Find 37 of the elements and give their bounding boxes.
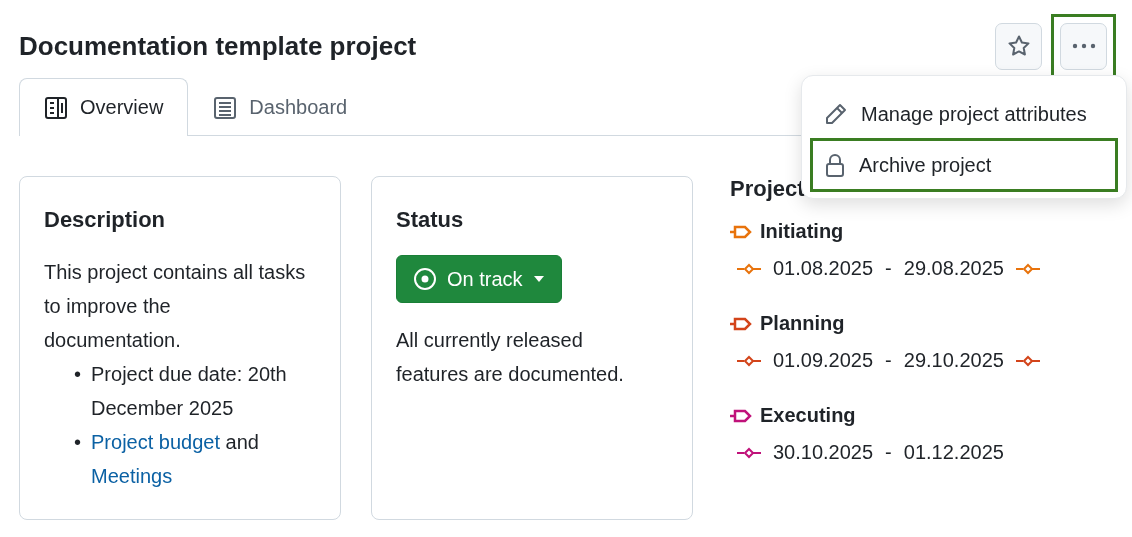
caret-icon: [532, 275, 545, 283]
date-separator: -: [885, 349, 892, 372]
phase-name: Planning: [760, 312, 845, 335]
status-icon: [413, 267, 437, 291]
more-icon: [1071, 43, 1096, 49]
end-date: 29.08.2025: [903, 257, 1004, 280]
description-text: This project contains all tasks to improve the documentation.: [44, 260, 307, 353]
bullet-marker: •: [74, 430, 81, 455]
end-date: 01.12.2025: [903, 441, 1004, 464]
card-heading: Status: [396, 207, 465, 233]
bullet-text: Project budget and Meetings: [91, 430, 260, 489]
date-separator: -: [885, 441, 892, 464]
start-date: 01.08.2025: [773, 257, 874, 280]
link[interactable]: Project budget: [91, 431, 220, 453]
tab[interactable]: Overview: [19, 78, 189, 136]
phase-name: Executing: [760, 404, 856, 427]
status-button[interactable]: On track: [396, 255, 562, 303]
end-date: 29.10.2025: [903, 349, 1004, 372]
pencil-icon: [825, 103, 847, 125]
start-date: 30.10.2025: [773, 441, 874, 464]
phase-name: Initiating: [760, 220, 844, 243]
star-icon: [1006, 34, 1031, 58]
more-button[interactable]: [1060, 22, 1107, 70]
date-separator: -: [885, 257, 892, 280]
bullet-marker: •: [74, 362, 81, 387]
section-heading: Project: [730, 176, 806, 202]
book-icon: [44, 95, 68, 120]
list-icon: [213, 95, 238, 120]
lock-icon: [825, 153, 845, 177]
link[interactable]: Meetings: [91, 465, 173, 487]
card-heading: Description: [44, 207, 167, 233]
tab[interactable]: Dashboard: [188, 78, 373, 136]
start-date: 01.09.2025: [773, 349, 874, 372]
page-title: Documentation template project: [19, 30, 417, 62]
status-text: All currently released features are documented.: [396, 328, 625, 387]
menu-item[interactable]: Archive project: [810, 138, 1118, 192]
star-button[interactable]: [995, 22, 1042, 70]
